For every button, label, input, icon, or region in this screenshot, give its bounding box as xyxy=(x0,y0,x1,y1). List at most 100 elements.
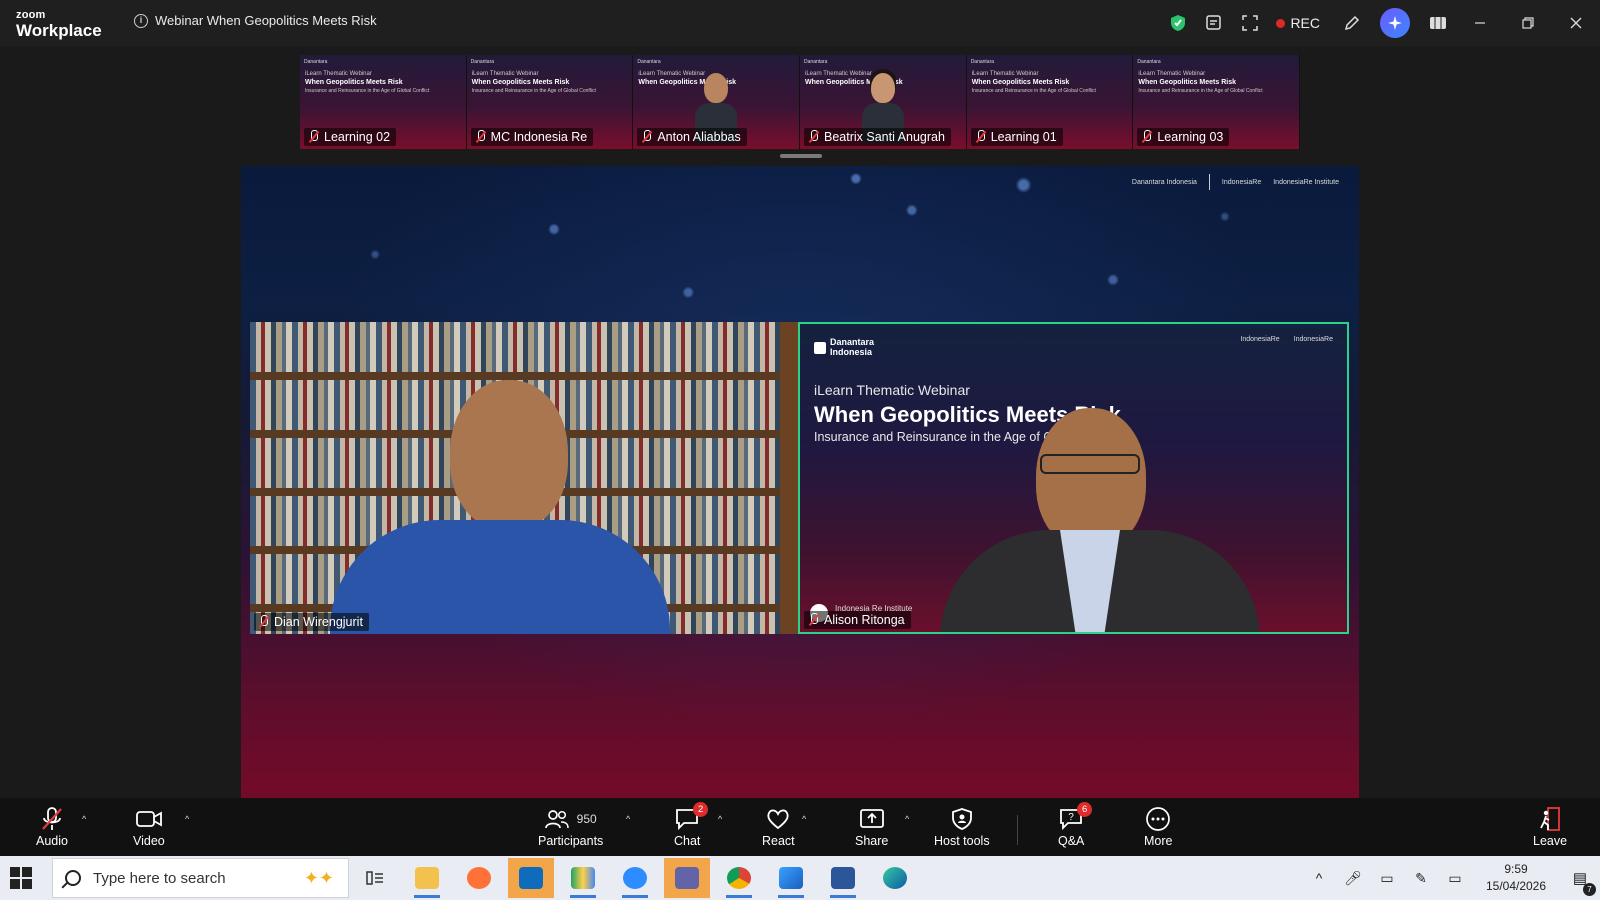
thumb-brand: Danantara xyxy=(470,59,495,65)
bookcase-frame xyxy=(780,322,798,634)
meeting-info[interactable]: i Webinar When Geopolitics Meets Risk xyxy=(134,13,377,28)
meeting-toolbar: Audio ^ Video ^ 950 Participants ^ 2 Cha… xyxy=(0,798,1600,856)
participant-name: Dian Wirengjurit xyxy=(274,615,363,629)
captions-icon[interactable] xyxy=(1196,0,1232,46)
react-button[interactable]: React xyxy=(762,806,795,848)
thumb-line3: Insurance and Reinsurance in the Age of … xyxy=(1138,88,1263,94)
info-icon[interactable]: i xyxy=(134,13,148,28)
mic-muted-icon xyxy=(641,130,652,144)
participants-icon xyxy=(544,810,569,829)
gallery-tile[interactable]: Danantara iLearn Thematic Webinar When G… xyxy=(1133,55,1301,149)
video-tile-dian[interactable]: Dian Wirengjurit xyxy=(250,322,798,634)
restore-button[interactable] xyxy=(1504,0,1552,46)
leave-door-icon xyxy=(1540,807,1560,831)
teams-icon[interactable] xyxy=(664,858,710,898)
mic-muted-icon xyxy=(808,613,819,627)
share-button[interactable]: Share xyxy=(855,806,888,848)
gallery-tile[interactable]: Danantara iLearn Thematic Webinar When G… xyxy=(800,55,967,149)
video-options-caret-icon[interactable]: ^ xyxy=(185,814,189,824)
recording-indicator[interactable]: REC xyxy=(1268,15,1334,31)
participant-name-tag: MC Indonesia Re xyxy=(470,128,594,146)
participant-name: Alison Ritonga xyxy=(824,613,905,627)
chat-button[interactable]: 2 Chat xyxy=(674,802,709,848)
mic-muted-icon xyxy=(42,807,62,830)
chevron-up-icon[interactable]: ^ xyxy=(1302,870,1336,886)
danantara-mark-icon xyxy=(814,341,826,354)
shield-icon xyxy=(951,808,972,830)
display-icon[interactable]: ▭ xyxy=(1370,870,1404,887)
encryption-shield-icon[interactable] xyxy=(1160,0,1196,46)
zoom-app-icon[interactable] xyxy=(612,858,658,898)
zoom-logo: zoom Workplace xyxy=(16,9,102,40)
leave-button[interactable]: Leave xyxy=(1533,806,1567,848)
title-bar: zoom Workplace i Webinar When Geopolitic… xyxy=(0,0,1600,46)
video-button[interactable]: Video xyxy=(133,806,165,848)
meeting-title: Webinar When Geopolitics Meets Risk xyxy=(155,13,377,28)
qa-button[interactable]: ? 6 Q&A xyxy=(1058,802,1093,848)
chat-caret-icon[interactable]: ^ xyxy=(718,814,722,824)
react-caret-icon[interactable]: ^ xyxy=(802,814,806,824)
video-tile-alison-active-speaker[interactable]: Danantara Indonesia IndonesiaRe Indonesi… xyxy=(798,322,1349,634)
gallery-tile[interactable]: Danantara iLearn Thematic Webinar When G… xyxy=(966,55,1134,149)
title-bar-controls: REC xyxy=(1160,0,1600,46)
task-view-icon[interactable] xyxy=(352,858,398,898)
participant-name-tag: Learning 01 xyxy=(970,128,1063,146)
windows-start-icon[interactable] xyxy=(10,867,32,889)
restore-icon xyxy=(1522,17,1534,29)
taskbar-search[interactable]: Type here to search ✦✦ xyxy=(52,858,349,898)
system-tray: ^ 🎤︎ ▭ ✎ ▭ 9:59 15/04/2026 ▤ 7 xyxy=(1302,856,1600,900)
gallery-resize-handle[interactable] xyxy=(780,154,822,158)
ai-companion-button[interactable] xyxy=(1380,8,1410,38)
leave-label: Leave xyxy=(1533,834,1568,848)
firefox-icon[interactable] xyxy=(456,858,502,898)
participant-name-tag: Beatrix Santi Anugrah xyxy=(804,128,951,146)
notification-count: 7 xyxy=(1583,883,1596,896)
taskbar-clock[interactable]: 9:59 15/04/2026 xyxy=(1472,861,1560,895)
svg-text:?: ? xyxy=(1068,812,1074,823)
thumb-line3: Insurance and Reinsurance in the Age of … xyxy=(471,88,596,94)
gallery-tile[interactable]: Danantara iLearn Thematic Webinar When G… xyxy=(633,55,801,149)
outlook-icon[interactable] xyxy=(508,858,554,898)
minimize-button[interactable] xyxy=(1456,0,1504,46)
participants-button[interactable]: 950 Participants xyxy=(538,806,603,848)
record-dot-icon xyxy=(1276,18,1286,28)
photos-icon[interactable] xyxy=(768,858,814,898)
gallery-tile[interactable]: Danantara iLearn Thematic Webinar When G… xyxy=(466,55,634,149)
clock-time: 9:59 xyxy=(1504,862,1528,876)
qa-label: Q&A xyxy=(1058,834,1085,848)
annotate-pencil-icon[interactable] xyxy=(1334,0,1370,46)
participants-caret-icon[interactable]: ^ xyxy=(626,814,630,824)
brand-line-2: Indonesia xyxy=(830,347,873,357)
share-label: Share xyxy=(855,834,889,848)
mic-muted-icon xyxy=(808,130,819,144)
chrome-icon[interactable] xyxy=(716,858,762,898)
heart-icon xyxy=(767,809,789,830)
speaker-video xyxy=(940,408,1300,632)
thumb-line3: Insurance and Reinsurance in the Age of … xyxy=(305,88,430,94)
share-screen-icon xyxy=(859,809,884,828)
edge-icon[interactable] xyxy=(872,858,918,898)
host-tools-button[interactable]: Host tools xyxy=(934,806,990,848)
pen-icon[interactable]: ✎ xyxy=(1404,870,1438,887)
word-icon[interactable] xyxy=(820,858,866,898)
keyboard-icon[interactable]: ▭ xyxy=(1438,870,1472,887)
focus-view-icon[interactable] xyxy=(1232,0,1268,46)
more-button[interactable]: More xyxy=(1144,806,1172,848)
file-explorer-icon[interactable] xyxy=(404,858,450,898)
clock-date: 15/04/2026 xyxy=(1485,879,1547,893)
host-tools-label: Host tools xyxy=(934,834,990,848)
gallery-tile[interactable]: Danantara iLearn Thematic Webinar When G… xyxy=(300,55,467,149)
rec-label: REC xyxy=(1290,15,1320,31)
audio-button[interactable]: Audio xyxy=(36,806,68,848)
share-caret-icon[interactable]: ^ xyxy=(905,814,909,824)
close-button[interactable] xyxy=(1552,0,1600,46)
sparkle-icon xyxy=(1388,16,1402,30)
logo-zoom-text: zoom xyxy=(16,9,46,21)
participant-name-tag: Learning 02 xyxy=(304,128,397,146)
thumb-brand: Danantara xyxy=(637,59,661,65)
audio-options-caret-icon[interactable]: ^ xyxy=(82,814,86,824)
notification-center-icon[interactable]: ▤ 7 xyxy=(1560,869,1600,896)
apps-icon[interactable] xyxy=(1420,0,1456,46)
google-drive-icon[interactable] xyxy=(560,858,606,898)
microphone-icon[interactable]: 🎤︎ xyxy=(1336,870,1370,887)
